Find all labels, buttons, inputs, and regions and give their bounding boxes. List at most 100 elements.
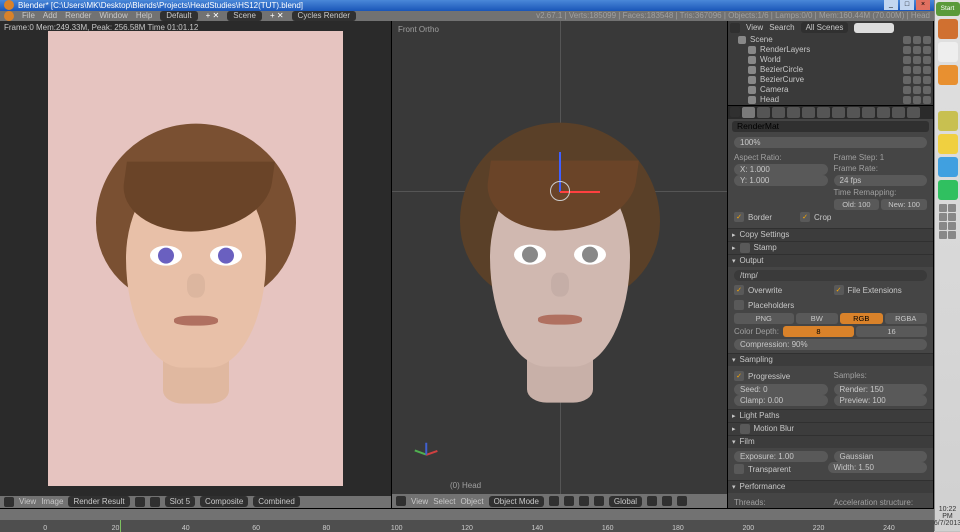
maximize-button[interactable]: □	[900, 0, 914, 10]
sampling-header[interactable]: ▾Sampling	[728, 354, 933, 366]
stamp-checkbox[interactable]	[740, 243, 750, 253]
output-header[interactable]: ▾Output	[728, 255, 933, 267]
render-result-view[interactable]: Frame:0 Mem:249.33M, Peak: 256.58M Time …	[0, 21, 391, 496]
outliner-item[interactable]: BezierCurve	[730, 75, 931, 85]
seed-field[interactable]: Seed: 0	[734, 384, 828, 395]
remap-old[interactable]: Old: 100	[834, 199, 880, 210]
snap-icon[interactable]	[662, 496, 672, 506]
fps-selector[interactable]: 24 fps	[834, 175, 928, 186]
taskbar-app-icon[interactable]	[938, 88, 958, 108]
tab-material[interactable]	[862, 107, 875, 118]
color-rgb[interactable]: RGB	[840, 313, 883, 324]
remap-new[interactable]: New: 100	[881, 199, 927, 210]
performance-header[interactable]: ▾Performance	[728, 481, 933, 493]
tab-world[interactable]	[787, 107, 800, 118]
menu-view[interactable]: View	[19, 497, 36, 506]
transform-manipulator[interactable]	[560, 191, 562, 193]
pin-icon[interactable]	[135, 497, 145, 507]
editor-type-icon[interactable]	[396, 496, 406, 506]
film-header[interactable]: ▾Film	[728, 436, 933, 448]
render-preview-icon[interactable]	[677, 496, 687, 506]
outliner[interactable]: View Search All Scenes SceneRenderLayers…	[728, 21, 933, 106]
manipulator-toggle-icon[interactable]	[579, 496, 589, 506]
menu-add[interactable]: Add	[43, 11, 57, 20]
outliner-filter[interactable]: All Scenes	[801, 22, 849, 33]
transparent-checkbox[interactable]	[734, 464, 744, 474]
placeholders-checkbox[interactable]	[734, 300, 744, 310]
taskbar-firefox-icon[interactable]	[938, 19, 958, 39]
outliner-item[interactable]: RenderLayers	[730, 45, 931, 55]
progressive-checkbox[interactable]	[734, 371, 744, 381]
outliner-item[interactable]: World	[730, 55, 931, 65]
tab-data[interactable]	[847, 107, 860, 118]
taskbar-aim-icon[interactable]	[938, 134, 958, 154]
layers-icon[interactable]	[647, 496, 657, 506]
3d-viewport[interactable]: Front Ortho	[392, 21, 727, 494]
pass-selector[interactable]: Combined	[253, 496, 299, 507]
window-close-button[interactable]: ×	[916, 0, 930, 10]
mode-selector[interactable]: Object Mode	[489, 496, 544, 507]
aspect-x[interactable]: X: 1.000	[734, 164, 828, 175]
image-selector[interactable]: Render Result	[68, 496, 129, 507]
taskbar-app-icon[interactable]	[938, 111, 958, 131]
stamp-header[interactable]: ▸Stamp	[728, 242, 933, 254]
resolution-percentage[interactable]: 100%	[734, 137, 927, 148]
render-samples[interactable]: Render: 150	[834, 384, 928, 395]
scene-selector[interactable]: Scene	[227, 11, 262, 21]
depth-16[interactable]: 16	[856, 326, 927, 337]
menu-image[interactable]: Image	[41, 497, 63, 506]
overwrite-checkbox[interactable]	[734, 285, 744, 295]
menu-file[interactable]: File	[22, 11, 35, 20]
datablock-selector[interactable]: RenderMat	[732, 121, 929, 132]
orientation-selector[interactable]: Global	[609, 496, 642, 507]
timeline-cursor[interactable]	[120, 520, 121, 532]
light-paths-header[interactable]: ▸Light Paths	[728, 410, 933, 422]
motion-blur-header[interactable]: ▸Motion Blur	[728, 423, 933, 435]
filter-width[interactable]: Width: 1.50	[828, 462, 928, 473]
preview-samples[interactable]: Preview: 100	[834, 395, 928, 406]
copy-settings-header[interactable]: ▸Copy Settings	[728, 229, 933, 241]
menu-render[interactable]: Render	[65, 11, 91, 20]
menu-help[interactable]: Help	[136, 11, 152, 20]
system-tray[interactable]	[935, 203, 960, 240]
shading-icon[interactable]	[549, 496, 559, 506]
menu-select[interactable]: Select	[433, 497, 455, 506]
color-rgba[interactable]: RGBA	[885, 313, 928, 324]
taskbar-clock[interactable]: 10:22 PM 6/7/2013	[934, 504, 960, 529]
crop-checkbox[interactable]	[800, 212, 810, 222]
layout-selector[interactable]: Default	[160, 11, 197, 21]
compression-slider[interactable]: Compression: 90%	[734, 339, 927, 350]
aspect-y[interactable]: Y: 1.000	[734, 175, 828, 186]
filter-selector[interactable]: Gaussian	[834, 451, 928, 462]
taskbar-app-icon[interactable]	[938, 157, 958, 177]
color-bw[interactable]: BW	[796, 313, 839, 324]
engine-selector[interactable]: Cycles Render	[292, 11, 356, 21]
pivot-icon[interactable]	[564, 496, 574, 506]
file-ext-checkbox[interactable]	[834, 285, 844, 295]
outliner-item[interactable]: Scene	[730, 35, 931, 45]
exposure-field[interactable]: Exposure: 1.00	[734, 451, 828, 462]
uv-icon[interactable]	[150, 497, 160, 507]
tab-modifiers[interactable]	[832, 107, 845, 118]
tab-object[interactable]	[802, 107, 815, 118]
timeline[interactable]: 020406080100120140160180200220240	[0, 508, 934, 531]
outliner-menu-search[interactable]: Search	[769, 23, 794, 32]
tab-render-layers[interactable]	[757, 107, 770, 118]
tab-particles[interactable]	[892, 107, 905, 118]
tab-physics[interactable]	[907, 107, 920, 118]
taskbar-app-icon[interactable]	[938, 180, 958, 200]
minimize-button[interactable]: _	[884, 0, 898, 10]
translate-icon[interactable]	[594, 496, 604, 506]
border-checkbox[interactable]	[734, 212, 744, 222]
start-button[interactable]: Start	[936, 2, 960, 16]
editor-type-icon[interactable]	[4, 497, 14, 507]
outliner-search-input[interactable]	[854, 23, 894, 33]
outliner-item[interactable]: BezierCircle	[730, 65, 931, 75]
tab-texture[interactable]	[877, 107, 890, 118]
clamp-field[interactable]: Clamp: 0.00	[734, 395, 828, 406]
layer-selector[interactable]: Composite	[200, 496, 248, 507]
outliner-item[interactable]: Head	[730, 95, 931, 105]
format-selector[interactable]: PNG	[734, 313, 794, 324]
menu-view[interactable]: View	[411, 497, 428, 506]
output-path[interactable]: /tmp/	[734, 270, 927, 281]
